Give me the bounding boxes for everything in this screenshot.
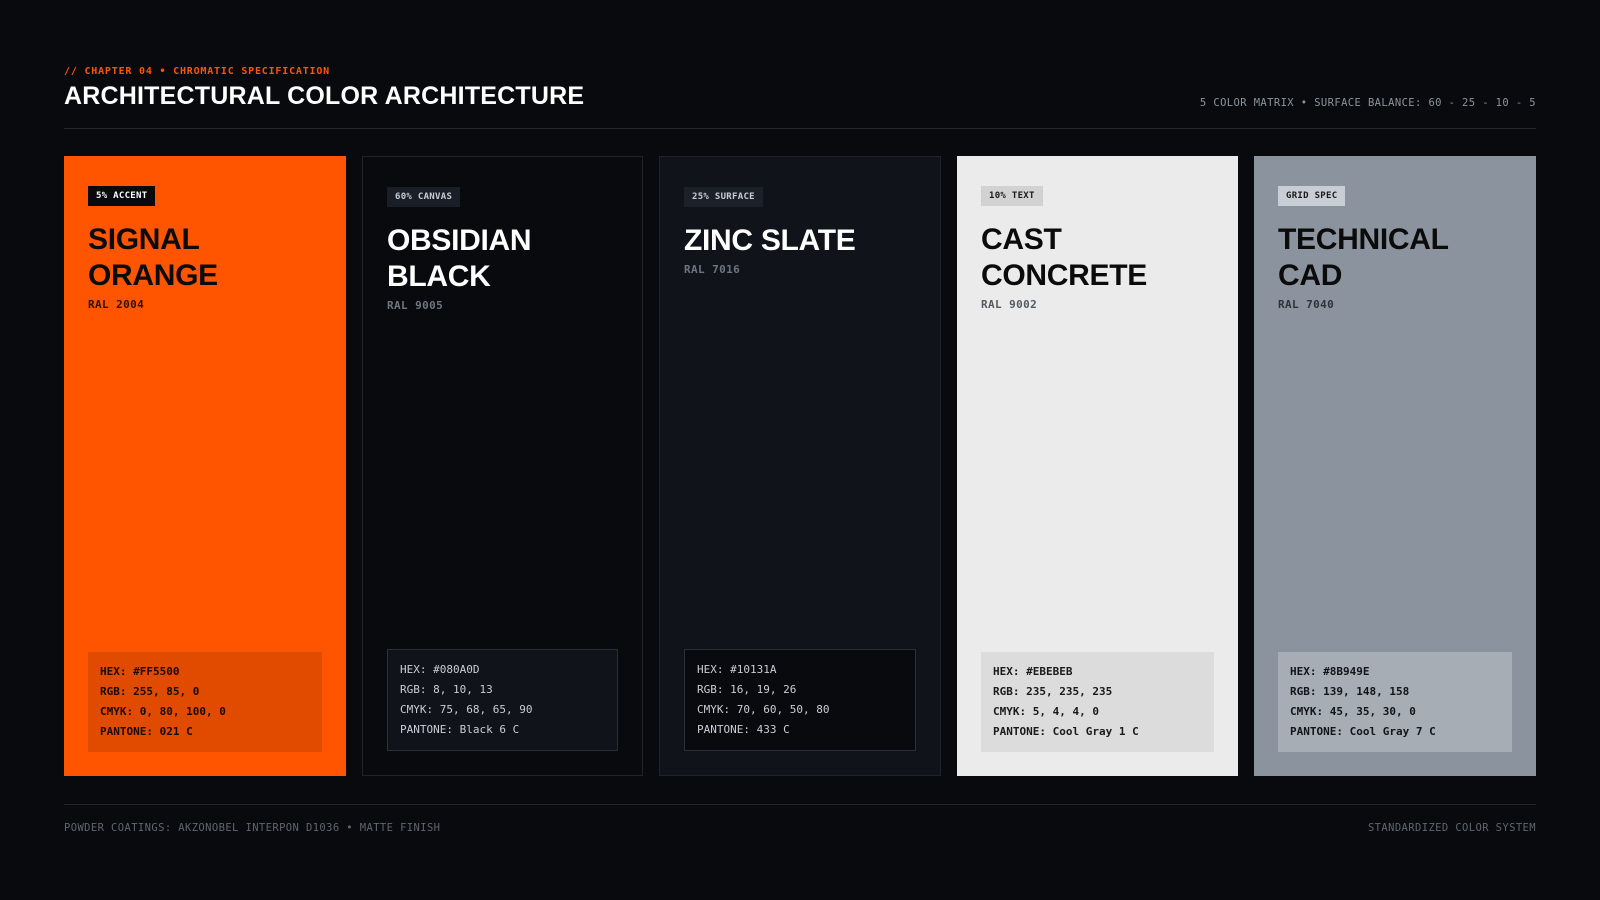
color-name-line: TECHNICAL: [1278, 223, 1449, 256]
color-spec-box: HEX: #EBEBEB RGB: 235, 235, 235 CMYK: 5,…: [981, 652, 1214, 752]
rgb-value: RGB: 8, 10, 13: [400, 683, 493, 696]
color-name-line: SIGNAL: [88, 223, 200, 256]
footer-coatings-note: POWDER COATINGS: AKZONOBEL INTERPON D103…: [64, 822, 441, 834]
color-card-obsidian-black: 60% CANVAS OBSIDIAN BLACK RAL 9005 HEX: …: [362, 156, 643, 776]
usage-tag: GRID SPEC: [1278, 186, 1346, 206]
pantone-value: PANTONE: Black 6 C: [400, 723, 520, 736]
color-name-line: ZINC SLATE: [684, 224, 856, 257]
color-spec-box: HEX: #080A0D RGB: 8, 10, 13 CMYK: 75, 68…: [387, 649, 618, 751]
color-name-line: OBSIDIAN: [387, 224, 532, 257]
pantone-value: PANTONE: Cool Gray 1 C: [993, 725, 1139, 738]
color-name-line: BLACK: [387, 260, 491, 293]
color-card-technical-cad: GRID SPEC TECHNICAL CAD RAL 7040 HEX: #8…: [1254, 156, 1536, 776]
hex-value: HEX: #EBEBEB: [993, 665, 1073, 678]
usage-tag: 25% SURFACE: [684, 187, 763, 207]
pantone-value: PANTONE: 433 C: [697, 723, 790, 736]
surface-balance-meta: 5 COLOR MATRIX • SURFACE BALANCE: 60 - 2…: [1199, 97, 1536, 109]
color-name: CAST CONCRETE: [981, 222, 1215, 294]
color-name: TECHNICAL CAD: [1278, 222, 1512, 294]
page-title: ARCHITECTURAL COLOR ARCHITECTURE: [64, 82, 585, 110]
color-name: OBSIDIAN BLACK: [387, 223, 621, 295]
cmyk-value: CMYK: 5, 4, 4, 0: [993, 705, 1099, 718]
ral-code: RAL 7040: [1278, 298, 1335, 311]
pantone-value: PANTONE: 021 C: [100, 725, 193, 738]
ral-code: RAL 9002: [981, 298, 1038, 311]
hex-value: HEX: #8B949E: [1290, 665, 1370, 678]
color-spec-box: HEX: #FF5500 RGB: 255, 85, 0 CMYK: 0, 80…: [88, 652, 322, 752]
color-card-signal-orange: 5% ACCENT SIGNAL ORANGE RAL 2004 HEX: #F…: [64, 156, 346, 776]
cmyk-value: CMYK: 45, 35, 30, 0: [1290, 705, 1416, 718]
ral-code: RAL 9005: [387, 299, 444, 312]
color-spec-box: HEX: #8B949E RGB: 139, 148, 158 CMYK: 45…: [1278, 652, 1512, 752]
cmyk-value: CMYK: 0, 80, 100, 0: [100, 705, 226, 718]
hex-value: HEX: #FF5500: [100, 665, 180, 678]
usage-tag: 10% TEXT: [981, 186, 1043, 206]
color-card-zinc-slate: 25% SURFACE ZINC SLATE RAL 7016 HEX: #10…: [659, 156, 941, 776]
rgb-value: RGB: 139, 148, 158: [1290, 685, 1410, 698]
rgb-value: RGB: 235, 235, 235: [993, 685, 1113, 698]
color-spec-box: HEX: #10131A RGB: 16, 19, 26 CMYK: 70, 6…: [684, 649, 916, 751]
color-name-line: CAST: [981, 223, 1062, 256]
chapter-eyebrow: // CHAPTER 04 • CHROMATIC SPECIFICATION: [64, 66, 330, 77]
color-name: SIGNAL ORANGE: [88, 222, 322, 294]
color-name-line: CONCRETE: [981, 259, 1147, 292]
color-name: ZINC SLATE: [684, 223, 918, 259]
hex-value: HEX: #080A0D: [400, 663, 480, 676]
cmyk-value: CMYK: 75, 68, 65, 90: [400, 703, 533, 716]
pantone-value: PANTONE: Cool Gray 7 C: [1290, 725, 1436, 738]
color-name-line: CAD: [1278, 259, 1343, 292]
rgb-value: RGB: 255, 85, 0: [100, 685, 200, 698]
hex-value: HEX: #10131A: [697, 663, 777, 676]
footer-system-label: STANDARDIZED COLOR SYSTEM: [1367, 822, 1536, 834]
usage-tag: 60% CANVAS: [387, 187, 461, 207]
cmyk-value: CMYK: 70, 60, 50, 80: [697, 703, 830, 716]
ral-code: RAL 2004: [88, 298, 145, 311]
header-divider: [64, 128, 1536, 129]
usage-tag: 5% ACCENT: [88, 186, 156, 206]
color-card-cast-concrete: 10% TEXT CAST CONCRETE RAL 9002 HEX: #EB…: [957, 156, 1238, 776]
ral-code: RAL 7016: [684, 263, 741, 276]
color-name-line: ORANGE: [88, 259, 218, 292]
rgb-value: RGB: 16, 19, 26: [697, 683, 797, 696]
footer-divider: [64, 804, 1536, 805]
